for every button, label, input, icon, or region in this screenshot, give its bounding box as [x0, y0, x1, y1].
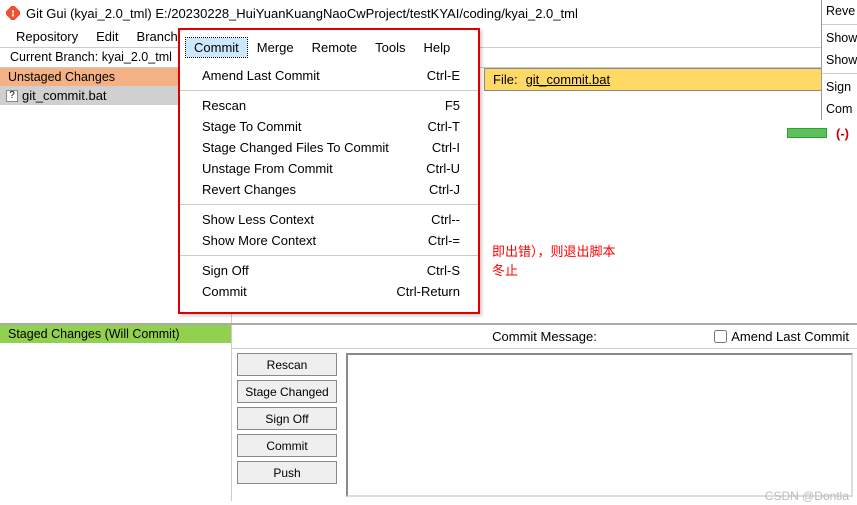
menu-item-label: Sign Off — [202, 263, 249, 278]
menu-item-label: Show More Context — [202, 233, 316, 248]
amend-last-commit-checkbox[interactable]: Amend Last Commit — [714, 329, 849, 344]
commit-message-input[interactable] — [346, 353, 853, 497]
popup-item[interactable]: Com — [822, 98, 857, 120]
diff-content: 即出错），则退出脚本 冬止 — [482, 91, 857, 289]
menu-item[interactable]: Amend Last Commit Ctrl-E — [180, 65, 478, 86]
menu-item[interactable]: Stage Changed Files To Commit Ctrl-I — [180, 137, 478, 158]
menu-item-label: Amend Last Commit — [202, 68, 320, 83]
push-button[interactable]: Push — [237, 461, 337, 484]
menu-item-label: Stage Changed Files To Commit — [202, 140, 389, 155]
sign-off-button[interactable]: Sign Off — [237, 407, 337, 430]
file-banner-name[interactable]: git_commit.bat — [526, 72, 611, 87]
menu-item-label: Stage To Commit — [202, 119, 301, 134]
diff-line-2: 冬止 — [492, 260, 847, 279]
menu-item-accel: Ctrl-I — [432, 140, 460, 155]
commit-body: Rescan Stage Changed Sign Off Commit Pus… — [232, 349, 857, 501]
menu-item-accel: Ctrl-S — [427, 263, 460, 278]
menu-item[interactable]: Show Less Context Ctrl-- — [180, 209, 478, 230]
menu-item-accel: Ctrl-J — [429, 182, 460, 197]
menu-item-label: Rescan — [202, 98, 246, 113]
menu-item-accel: Ctrl-- — [431, 212, 460, 227]
commit-menu-dropdown: Commit Merge Remote Tools Help Amend Las… — [178, 28, 480, 314]
rescan-button[interactable]: Rescan — [237, 353, 337, 376]
menu-item[interactable]: Unstage From Commit Ctrl-U — [180, 158, 478, 179]
menu-item[interactable]: Sign Off Ctrl-S — [180, 260, 478, 281]
menu-item-accel: Ctrl-E — [427, 68, 460, 83]
file-banner-label: File: — [493, 72, 518, 87]
menu-item-label: Commit — [202, 284, 247, 299]
git-icon — [6, 6, 20, 20]
bottom-area: Staged Changes (Will Commit) Commit Mess… — [0, 323, 857, 501]
file-banner: File: git_commit.bat — [484, 68, 857, 91]
menu-item[interactable]: Stage To Commit Ctrl-T — [180, 116, 478, 137]
popup-item[interactable]: Reve — [822, 0, 857, 22]
staged-column: Staged Changes (Will Commit) — [0, 325, 232, 501]
dropdown-menubar-slice: Commit Merge Remote Tools Help — [180, 38, 478, 65]
dropdown-tab-help[interactable]: Help — [416, 38, 459, 57]
menu-item-label: Revert Changes — [202, 182, 296, 197]
menu-item[interactable]: Show More Context Ctrl-= — [180, 230, 478, 251]
menu-item-accel: Ctrl-= — [428, 233, 460, 248]
diff-minus-marker: (-) — [836, 126, 849, 141]
menu-item-accel: F5 — [445, 98, 460, 113]
menu-repository[interactable]: Repository — [8, 27, 86, 46]
popup-separator — [822, 73, 857, 74]
popup-separator — [822, 24, 857, 25]
watermark: CSDN @Dontla — [765, 489, 849, 503]
dropdown-tab-remote[interactable]: Remote — [304, 38, 366, 57]
right-context-menu: Reve Show Show Sign Com — [821, 0, 857, 120]
amend-checkbox-label: Amend Last Commit — [731, 329, 849, 344]
menu-separator — [180, 204, 478, 205]
popup-item[interactable]: Show — [822, 27, 857, 49]
menu-item[interactable]: Revert Changes Ctrl-J — [180, 179, 478, 200]
commit-button[interactable]: Commit — [237, 434, 337, 457]
staged-header: Staged Changes (Will Commit) — [0, 325, 231, 343]
commit-column: Commit Message: Amend Last Commit Rescan… — [232, 325, 857, 501]
dropdown-tab-commit[interactable]: Commit — [186, 38, 247, 57]
amend-checkbox-input[interactable] — [714, 330, 727, 343]
menu-item-accel: Ctrl-U — [426, 161, 460, 176]
titlebar: Git Gui (kyai_2.0_tml) E:/20230228_HuiYu… — [0, 0, 857, 26]
dropdown-tab-tools[interactable]: Tools — [367, 38, 413, 57]
menu-item[interactable]: Commit Ctrl-Return — [180, 281, 478, 302]
commit-buttons: Rescan Stage Changed Sign Off Commit Pus… — [232, 349, 342, 501]
commit-message-label: Commit Message: — [492, 329, 597, 344]
popup-item[interactable]: Sign — [822, 76, 857, 98]
menu-item-label: Unstage From Commit — [202, 161, 333, 176]
diff-line-1: 即出错），则退出脚本 — [492, 241, 847, 260]
menu-item-accel: Ctrl-T — [428, 119, 461, 134]
menu-separator — [180, 90, 478, 91]
dropdown-tab-merge[interactable]: Merge — [249, 38, 302, 57]
menu-separator — [180, 255, 478, 256]
menu-edit[interactable]: Edit — [88, 27, 126, 46]
commit-header: Commit Message: Amend Last Commit — [232, 325, 857, 349]
menu-item-label: Show Less Context — [202, 212, 314, 227]
file-name: git_commit.bat — [22, 88, 107, 103]
popup-item[interactable]: Show — [822, 49, 857, 71]
menu-item-accel: Ctrl-Return — [396, 284, 460, 299]
menu-item[interactable]: Rescan F5 — [180, 95, 478, 116]
file-status-icon: ? — [6, 90, 18, 102]
diff-overview-bar[interactable] — [787, 128, 827, 138]
stage-changed-button[interactable]: Stage Changed — [237, 380, 337, 403]
window-title: Git Gui (kyai_2.0_tml) E:/20230228_HuiYu… — [26, 6, 578, 21]
